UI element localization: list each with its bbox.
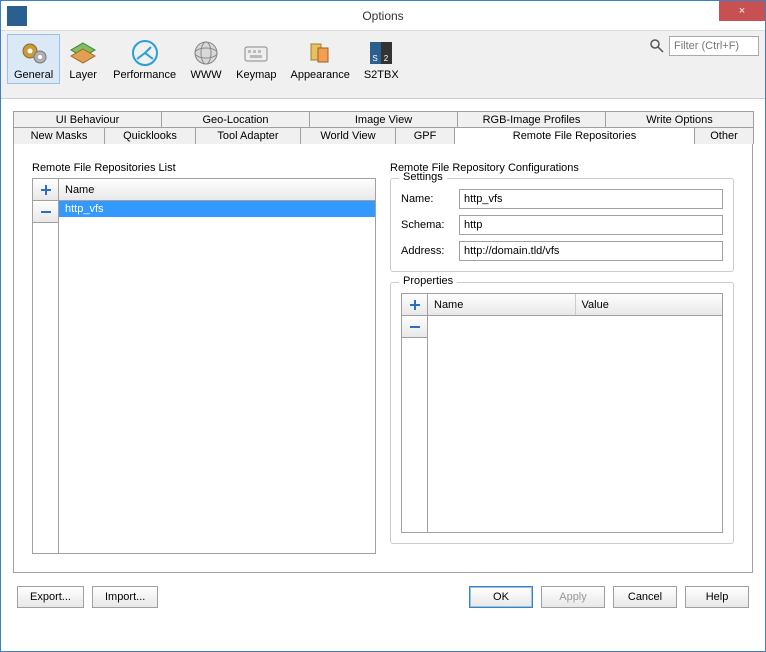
schema-field[interactable]: [459, 215, 723, 235]
minus-icon: [408, 320, 422, 334]
tab-quicklooks[interactable]: Quicklooks: [104, 127, 196, 144]
search-area: [649, 36, 759, 56]
toolbar-general[interactable]: General: [7, 34, 60, 84]
list-item[interactable]: http_vfs: [59, 201, 375, 217]
plus-icon: [39, 183, 53, 197]
schema-label: Schema:: [401, 219, 459, 231]
cancel-button[interactable]: Cancel: [613, 586, 677, 608]
help-button[interactable]: Help: [685, 586, 749, 608]
add-property-button[interactable]: [402, 294, 427, 316]
tab-rgb-profiles[interactable]: RGB-Image Profiles: [457, 111, 606, 128]
properties-group: Properties Name Value: [390, 282, 734, 544]
app-icon: [7, 6, 27, 26]
remove-repo-button[interactable]: [33, 201, 58, 223]
tab-remote-repositories[interactable]: Remote File Repositories: [454, 127, 695, 144]
tab-write-options[interactable]: Write Options: [605, 111, 754, 128]
toolbar: General Layer Performance WWW Keymap App…: [1, 31, 765, 99]
name-field[interactable]: [459, 189, 723, 209]
toolbar-www[interactable]: WWW: [183, 34, 229, 84]
appearance-icon: [304, 37, 336, 69]
plus-icon: [408, 298, 422, 312]
tab-new-masks[interactable]: New Masks: [13, 127, 105, 144]
toolbar-s2tbx[interactable]: S2 S2TBX: [357, 34, 406, 84]
window-title: Options: [362, 9, 403, 23]
gauge-icon: [129, 37, 161, 69]
repo-list-title: Remote File Repositories List: [32, 162, 376, 174]
tab-gpf[interactable]: GPF: [395, 127, 455, 144]
minus-icon: [39, 205, 53, 219]
ok-button[interactable]: OK: [469, 586, 533, 608]
close-button[interactable]: ×: [719, 1, 765, 21]
titlebar: Options ×: [1, 1, 765, 31]
export-button[interactable]: Export...: [17, 586, 84, 608]
prop-rows: [428, 316, 722, 532]
address-label: Address:: [401, 245, 459, 257]
tab-world-view[interactable]: World View: [300, 127, 396, 144]
toolbar-appearance[interactable]: Appearance: [283, 34, 356, 84]
tab-ui-behaviour[interactable]: UI Behaviour: [13, 111, 162, 128]
address-field[interactable]: [459, 241, 723, 261]
search-icon: [649, 38, 665, 54]
svg-text:S: S: [373, 54, 378, 63]
s2tbx-icon: S2: [365, 37, 397, 69]
toolbar-performance[interactable]: Performance: [106, 34, 183, 84]
search-input[interactable]: [669, 36, 759, 56]
repo-list-header-name: Name: [59, 179, 375, 201]
prop-header-name: Name: [428, 294, 576, 315]
svg-text:2: 2: [384, 54, 389, 63]
tab-geo-location[interactable]: Geo-Location: [161, 111, 310, 128]
toolbar-keymap[interactable]: Keymap: [229, 34, 283, 84]
settings-group: Settings Name: Schema: Address:: [390, 178, 734, 272]
prop-header-value: Value: [576, 294, 723, 315]
gears-icon: [18, 37, 50, 69]
apply-button[interactable]: Apply: [541, 586, 605, 608]
keyboard-icon: [240, 37, 272, 69]
import-button[interactable]: Import...: [92, 586, 158, 608]
globe-icon: [190, 37, 222, 69]
layers-icon: [67, 37, 99, 69]
footer: Export... Import... OK Apply Cancel Help: [1, 573, 765, 621]
name-label: Name:: [401, 193, 459, 205]
tab-tool-adapter[interactable]: Tool Adapter: [195, 127, 301, 144]
tab-image-view[interactable]: Image View: [309, 111, 458, 128]
remove-property-button[interactable]: [402, 316, 427, 338]
repo-list: Name http_vfs: [32, 178, 376, 554]
tab-other[interactable]: Other: [694, 127, 754, 144]
toolbar-layer[interactable]: Layer: [60, 34, 106, 84]
add-repo-button[interactable]: [33, 179, 58, 201]
